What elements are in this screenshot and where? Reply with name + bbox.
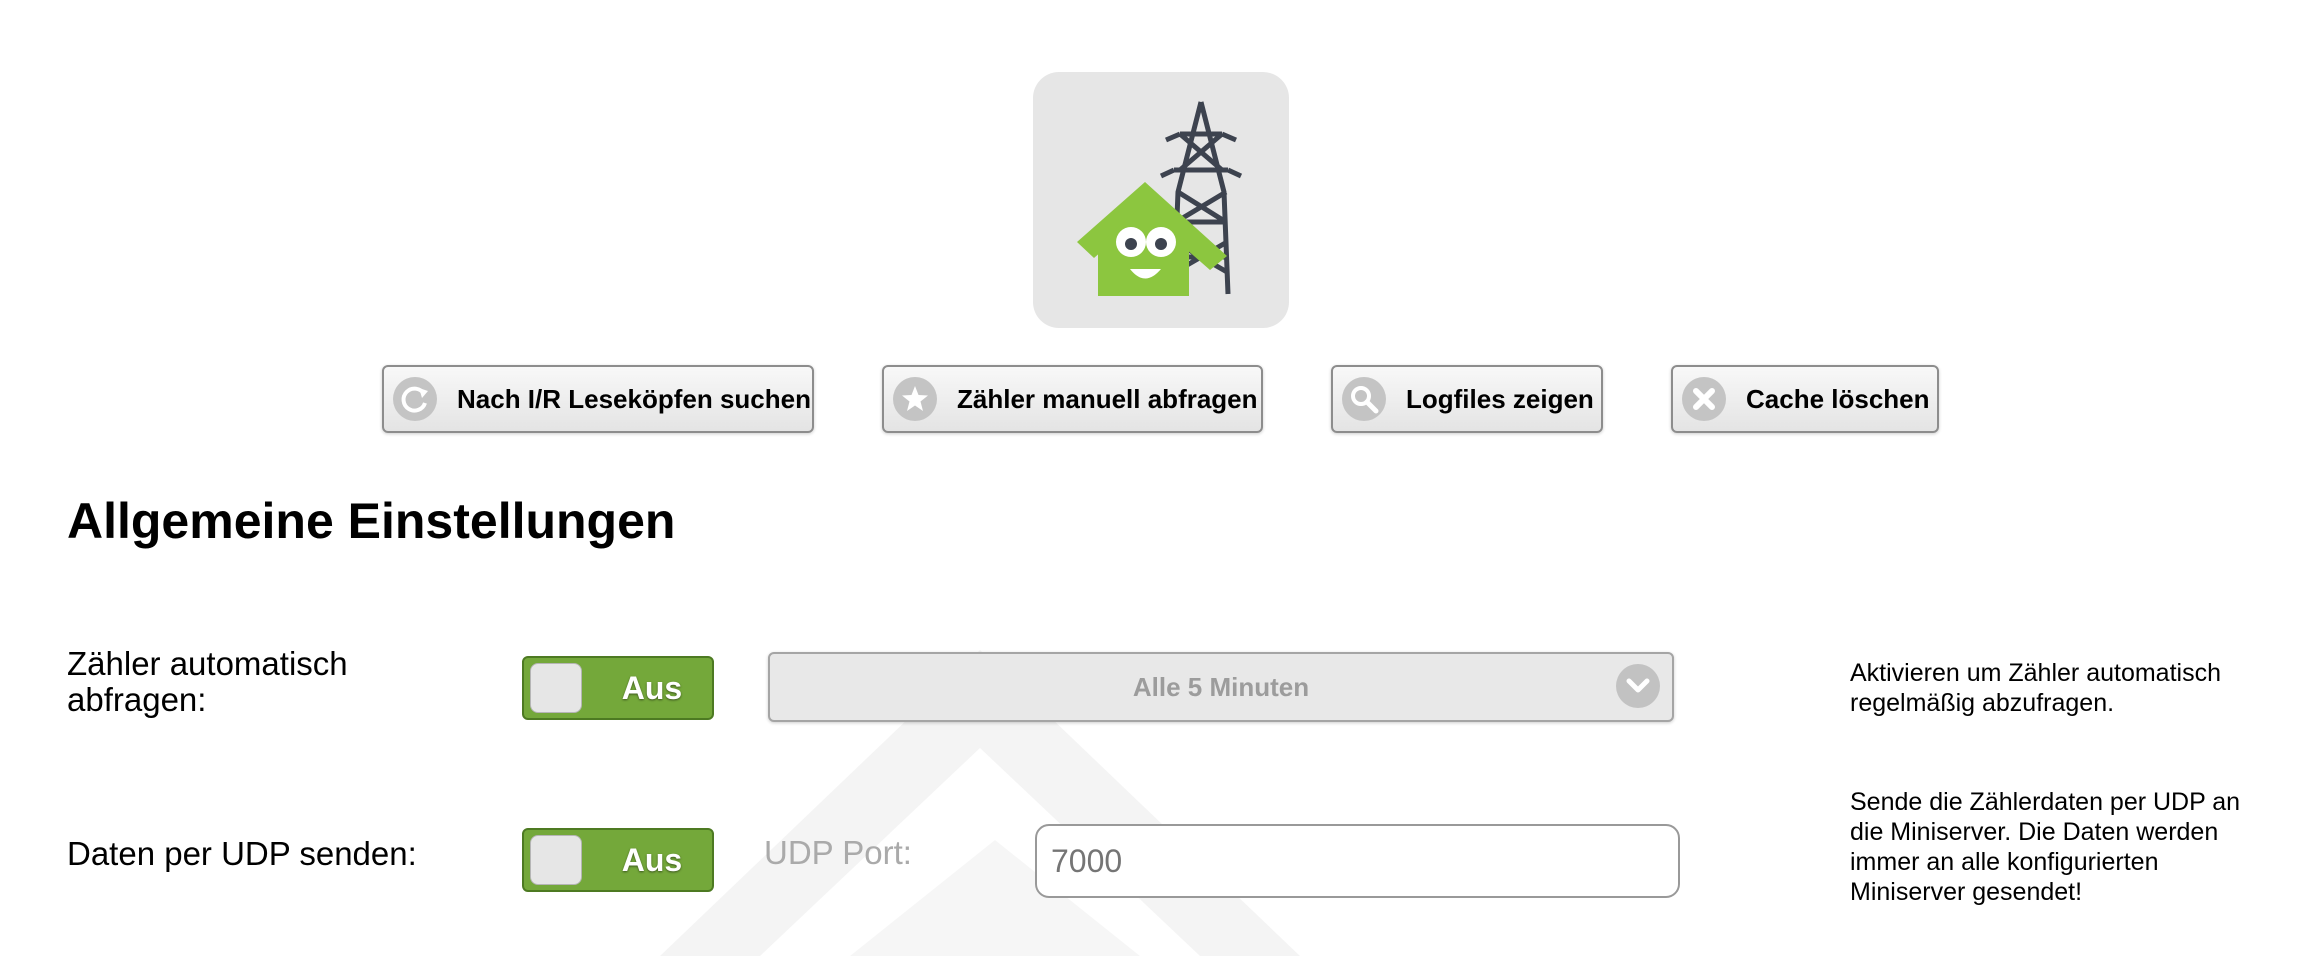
poll-interval-value: Alle 5 Minuten: [1132, 672, 1310, 702]
app-logo: [1033, 72, 1289, 328]
clear-cache-label: Cache löschen: [1746, 383, 1930, 414]
smartmeter-house-icon: [1077, 101, 1243, 296]
section-title: Allgemeine Einstellungen: [67, 493, 676, 549]
search-ir-readers-label: Nach I/R Leseköpfen suchen: [457, 383, 811, 414]
auto-poll-label: Zähler automatisch abfragen:: [67, 645, 348, 718]
udp-port-label: UDP Port:: [764, 834, 912, 871]
search-ir-readers-button[interactable]: Nach I/R Leseköpfen suchen: [382, 365, 814, 433]
udp-send-label: Daten per UDP senden:: [67, 835, 417, 872]
query-meter-manually-label: Zähler manuell abfragen: [957, 383, 1258, 414]
query-meter-manually-button[interactable]: Zähler manuell abfragen: [882, 365, 1263, 433]
udp-send-help: Sende die Zählerdaten per UDP an die Min…: [1850, 788, 2241, 906]
udp-send-toggle-label: Aus: [621, 842, 683, 878]
close-icon: [1682, 377, 1726, 421]
refresh-icon: [393, 377, 437, 421]
show-logfiles-button[interactable]: Logfiles zeigen: [1331, 365, 1603, 433]
auto-poll-help: Aktivieren um Zähler automatisch regelmä…: [1850, 659, 2221, 717]
toggle-knob: [530, 835, 582, 885]
star-icon: [893, 377, 937, 421]
auto-poll-toggle[interactable]: Aus: [522, 656, 714, 720]
udp-send-toggle[interactable]: Aus: [522, 828, 714, 892]
auto-poll-toggle-label: Aus: [621, 670, 683, 706]
clear-cache-button[interactable]: Cache löschen: [1671, 365, 1939, 433]
udp-port-input[interactable]: [1035, 824, 1680, 898]
poll-interval-select[interactable]: Alle 5 Minuten: [768, 652, 1674, 722]
show-logfiles-label: Logfiles zeigen: [1406, 383, 1594, 414]
toggle-knob: [530, 663, 582, 713]
chevron-down-icon: [1616, 664, 1660, 708]
search-icon: [1342, 377, 1386, 421]
